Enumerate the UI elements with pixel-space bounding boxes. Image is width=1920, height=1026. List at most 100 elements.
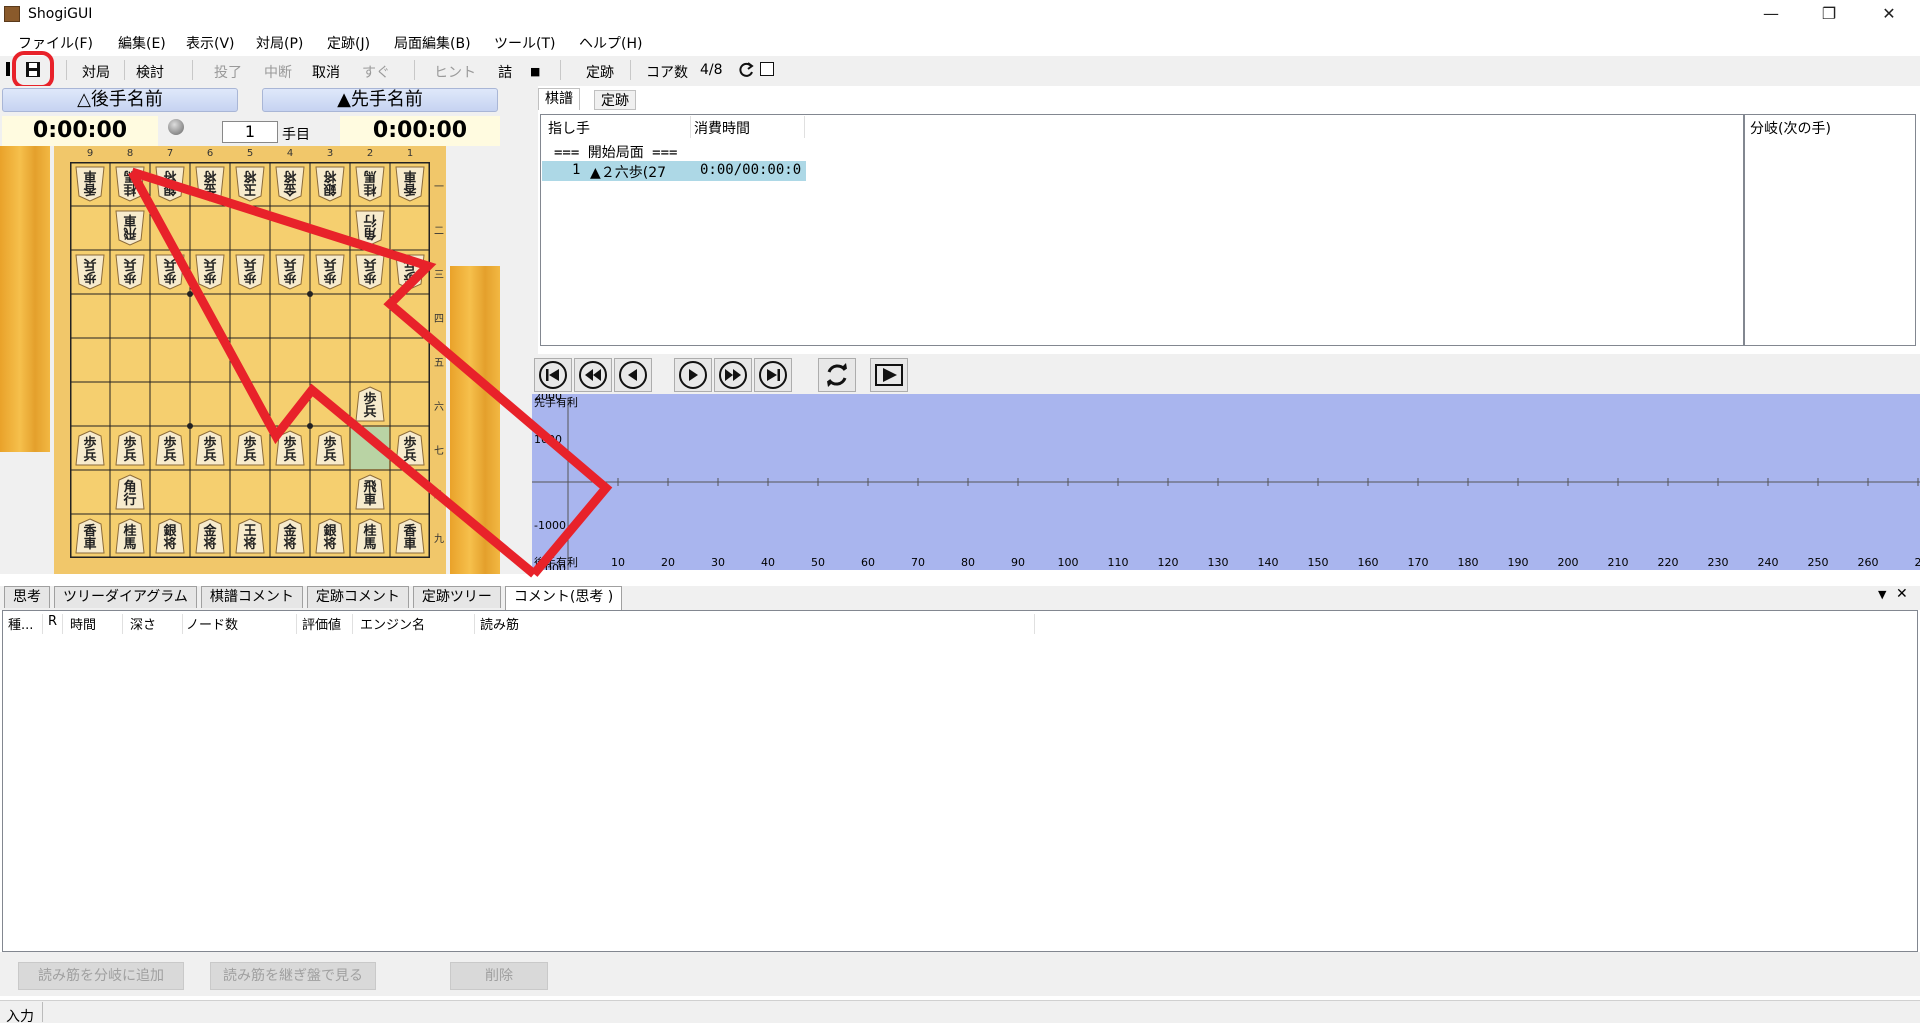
menu-help[interactable]: ヘルプ(H) (579, 33, 642, 53)
forward-fast-button[interactable] (714, 358, 752, 392)
gote-piece[interactable]: 歩兵 (195, 254, 225, 290)
gote-piece[interactable]: 歩兵 (115, 254, 145, 290)
gote-piece[interactable]: 金将 (275, 166, 305, 202)
engine-column-header[interactable]: 深さ (130, 614, 156, 633)
sente-piece[interactable]: 歩兵 (235, 430, 265, 466)
toggle-checkbox[interactable] (760, 62, 774, 76)
engine-output-list[interactable] (2, 610, 1918, 952)
bottom-tab[interactable]: 定跡コメント (307, 586, 409, 608)
sente-piece[interactable]: 歩兵 (315, 430, 345, 466)
add-to-branch-button[interactable]: 読み筋を分岐に追加 (18, 962, 184, 990)
sente-player-name[interactable]: ▲先手名前 (262, 88, 498, 112)
back-button[interactable] (614, 358, 652, 392)
maximize-button[interactable]: ❐ (1806, 0, 1852, 28)
tab-close-icon[interactable]: ✕ (1896, 586, 1908, 602)
stop-button[interactable]: ■ (530, 65, 540, 78)
gote-piece[interactable]: 香車 (395, 166, 425, 202)
gote-piece[interactable]: 玉将 (235, 166, 265, 202)
gote-piece[interactable]: 桂馬 (355, 166, 385, 202)
sente-piece[interactable]: 香車 (395, 518, 425, 554)
forward-button[interactable] (674, 358, 712, 392)
gote-piece[interactable]: 歩兵 (235, 254, 265, 290)
refresh-icon[interactable] (736, 60, 756, 80)
menu-file[interactable]: ファイル(F) (18, 33, 93, 53)
tab-joseki[interactable]: 定跡 (594, 90, 636, 110)
tab-kifu[interactable]: 棋譜 (538, 88, 580, 110)
gote-piece[interactable]: 銀将 (155, 166, 185, 202)
sente-piece[interactable]: 歩兵 (275, 430, 305, 466)
menu-edit[interactable]: 編集(E) (118, 33, 166, 53)
analyze-button[interactable]: 検討 (136, 62, 164, 82)
sente-piece[interactable]: 桂馬 (355, 518, 385, 554)
sente-piece[interactable]: 歩兵 (355, 386, 385, 422)
bottom-tab[interactable]: 思考 (4, 586, 50, 608)
sente-piece[interactable]: 角行 (115, 474, 145, 510)
autoplay-button[interactable] (870, 358, 908, 392)
menu-view[interactable]: 表示(V) (186, 33, 235, 53)
menu-game[interactable]: 対局(P) (256, 33, 303, 53)
engine-column-header[interactable]: 評価値 (302, 614, 341, 633)
gote-piece[interactable]: 歩兵 (155, 254, 185, 290)
back-fast-button[interactable] (574, 358, 612, 392)
bottom-tab[interactable]: ツリーダイアグラム (54, 586, 197, 608)
gote-piece[interactable]: 銀将 (315, 166, 345, 202)
kifu-start-row[interactable]: === 開始局面 === (554, 142, 677, 162)
sente-piece[interactable]: 飛車 (355, 474, 385, 510)
move-now-button[interactable]: すぐ (362, 62, 390, 82)
sente-piece[interactable]: 王将 (235, 518, 265, 554)
first-move-button[interactable] (534, 358, 572, 392)
gote-piece[interactable]: 歩兵 (275, 254, 305, 290)
undo-button[interactable]: 取消 (312, 62, 340, 82)
tab-dropdown-icon[interactable]: ▼ (1878, 588, 1886, 601)
sente-piece[interactable]: 歩兵 (115, 430, 145, 466)
play-button[interactable]: 対局 (82, 62, 110, 82)
engine-column-header[interactable]: 読み筋 (480, 614, 519, 633)
sente-piece[interactable]: 金将 (275, 518, 305, 554)
gote-piece[interactable]: 歩兵 (75, 254, 105, 290)
gote-piece[interactable]: 角行 (355, 210, 385, 246)
sente-piece[interactable]: 金将 (195, 518, 225, 554)
menu-tools[interactable]: ツール(T) (494, 33, 555, 53)
gote-piece[interactable]: 香車 (75, 166, 105, 202)
column-separator (42, 614, 43, 634)
bottom-tab[interactable]: 棋譜コメント (201, 586, 303, 608)
kifu-list[interactable] (540, 114, 1744, 346)
delete-button[interactable]: 削除 (450, 962, 548, 990)
engine-column-header[interactable]: エンジン名 (360, 614, 425, 633)
menu-board-edit[interactable]: 局面編集(B) (394, 33, 471, 53)
gote-piece[interactable]: 金将 (195, 166, 225, 202)
gote-piece[interactable]: 飛車 (115, 210, 145, 246)
sente-piece[interactable]: 歩兵 (195, 430, 225, 466)
gote-player-name[interactable]: △後手名前 (2, 88, 238, 112)
joseki-button[interactable]: 定跡 (586, 62, 614, 82)
pause-button[interactable]: 中断 (264, 62, 292, 82)
sente-piece[interactable]: 銀将 (315, 518, 345, 554)
gote-piece[interactable]: 歩兵 (395, 254, 425, 290)
sente-piece[interactable]: 歩兵 (75, 430, 105, 466)
move-number-input[interactable]: 1 (222, 121, 278, 143)
close-button[interactable]: ✕ (1866, 0, 1912, 28)
bottom-tab[interactable]: 定跡ツリー (413, 586, 501, 608)
hint-button[interactable]: ヒント (434, 62, 476, 82)
sente-piece[interactable]: 銀将 (155, 518, 185, 554)
tsume-button[interactable]: 詰 (498, 62, 512, 82)
engine-column-header[interactable]: 時間 (70, 614, 96, 633)
menu-joseki[interactable]: 定跡(J) (327, 33, 370, 53)
bottom-tab[interactable]: コメント(思考 ) (505, 586, 622, 610)
view-in-sub-board-button[interactable]: 読み筋を継ぎ盤で見る (210, 962, 376, 990)
sente-piece[interactable]: 歩兵 (395, 430, 425, 466)
engine-column-header[interactable]: ノード数 (186, 614, 238, 633)
gote-piece[interactable]: 桂馬 (115, 166, 145, 202)
gote-piece[interactable]: 歩兵 (355, 254, 385, 290)
engine-column-header[interactable]: 種... (8, 614, 33, 633)
gote-piece[interactable]: 歩兵 (315, 254, 345, 290)
flip-board-button[interactable] (818, 358, 856, 392)
engine-column-header[interactable]: R (48, 614, 57, 629)
sente-piece[interactable]: 桂馬 (115, 518, 145, 554)
sente-piece[interactable]: 歩兵 (155, 430, 185, 466)
last-move-button[interactable] (754, 358, 792, 392)
minimize-button[interactable]: — (1748, 0, 1794, 28)
sente-piece[interactable]: 香車 (75, 518, 105, 554)
branch-list[interactable] (1744, 114, 1916, 346)
resign-button[interactable]: 投了 (214, 62, 242, 82)
